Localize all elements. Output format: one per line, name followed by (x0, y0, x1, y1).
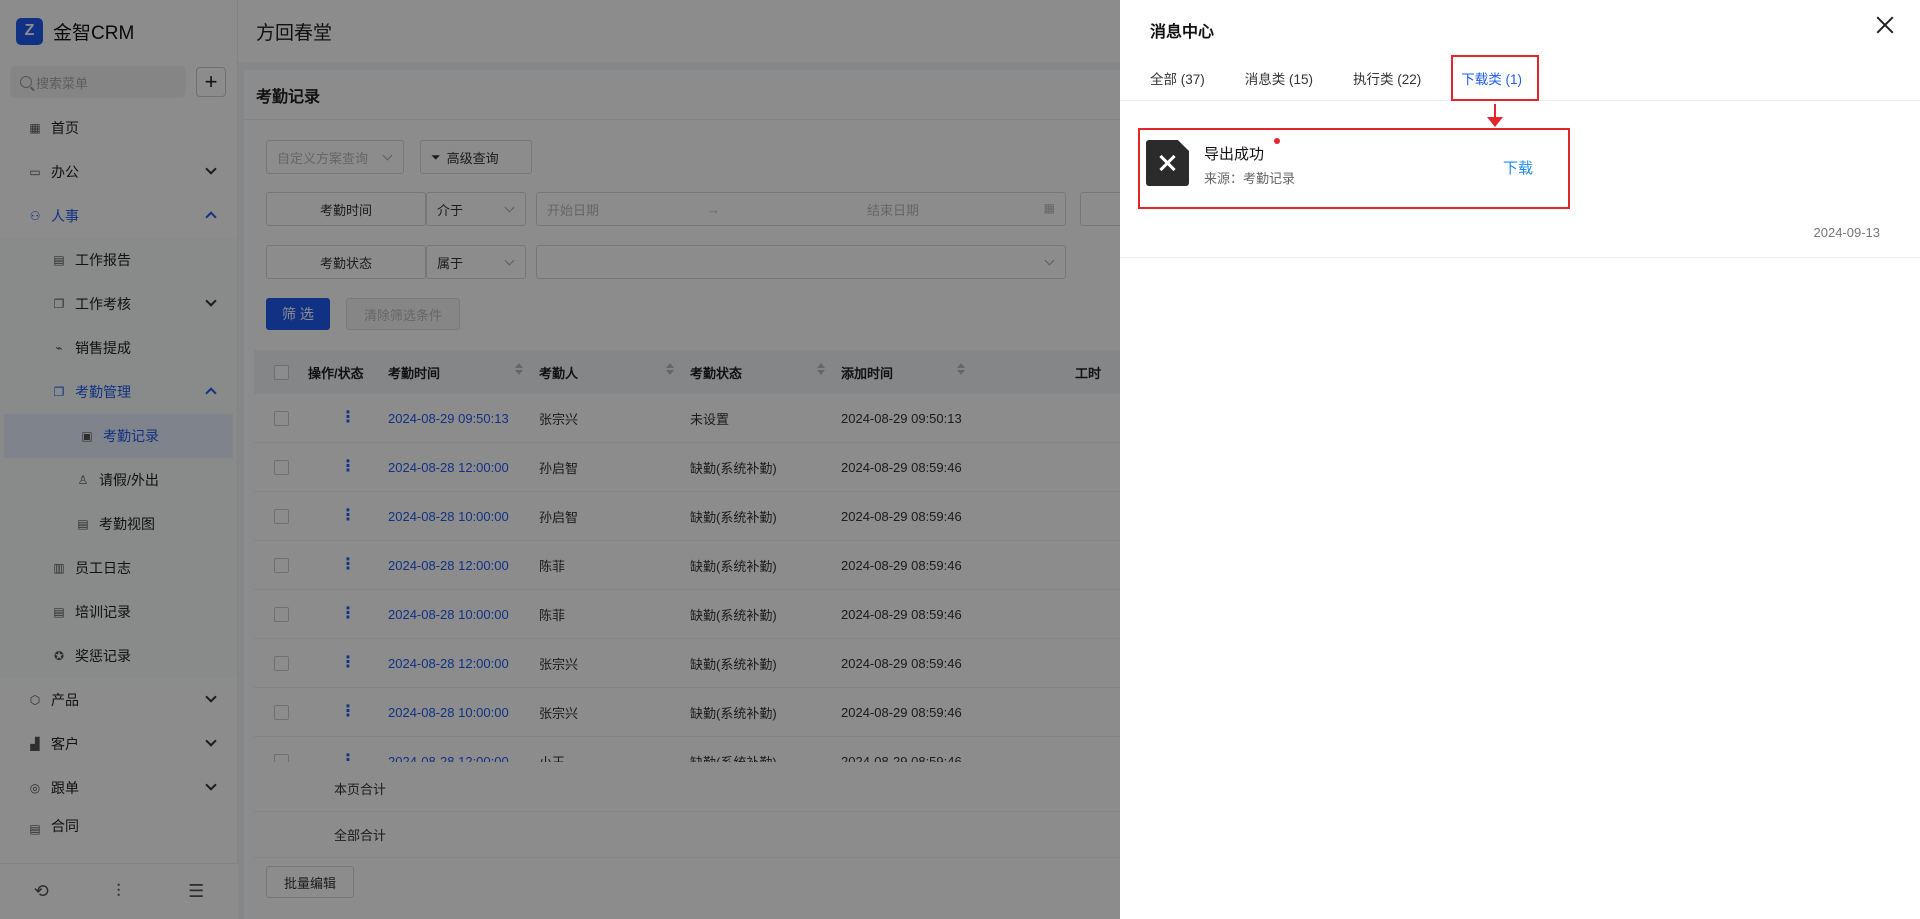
tab-execution[interactable]: 执行类 (22) (1353, 68, 1421, 88)
drawer-title: 消息中心 (1150, 24, 1215, 41)
excel-file-icon (1146, 140, 1189, 186)
message-date: 2024-09-13 (1813, 225, 1881, 240)
tab-all[interactable]: 全部 (37) (1150, 68, 1205, 88)
message-center-drawer: 消息中心 全部 (37) 消息类 (15) 执行类 (22) 下载类 (1) 导… (1120, 0, 1920, 919)
message-divider (1120, 257, 1920, 258)
tab-messages[interactable]: 消息类 (15) (1245, 68, 1313, 88)
message-title: 导出成功 (1204, 146, 1265, 163)
close-icon[interactable] (1874, 14, 1896, 36)
unread-dot (1274, 138, 1280, 144)
arrow-head-icon (1487, 117, 1503, 127)
message-source: 来源：考勤记录 (1204, 171, 1296, 186)
highlight-box-tab (1451, 55, 1539, 101)
download-link[interactable]: 下载 (1503, 157, 1533, 178)
